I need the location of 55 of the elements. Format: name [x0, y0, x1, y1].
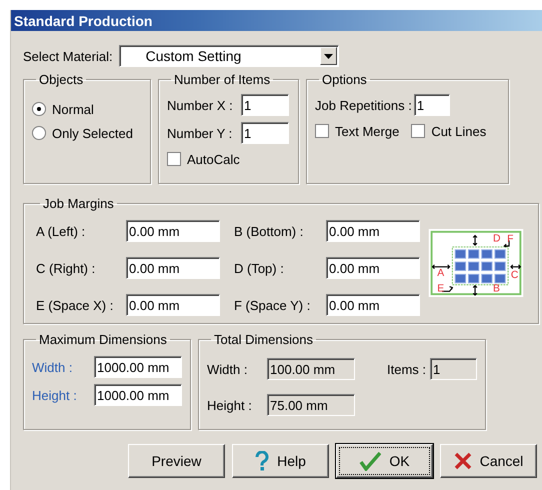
margin-layout-drawing: D F A C E B [428, 229, 524, 297]
input-field[interactable]: 0.00 mm [326, 294, 420, 316]
group-title: Job Margins [42, 196, 115, 211]
checkbox[interactable] [167, 152, 181, 166]
field-label: D (Top) : [234, 260, 285, 276]
field-label: E (Space X) : [36, 298, 114, 312]
checkbox-option[interactable]: Cut Lines [411, 119, 486, 143]
group-title: Total Dimensions [213, 332, 314, 347]
input-field[interactable]: 1 [414, 94, 450, 116]
group-title: Maximum Dimensions [38, 332, 168, 347]
ok-button[interactable]: OK [336, 444, 433, 478]
question-mark-icon [255, 451, 270, 471]
material-dropdown[interactable]: Custom Setting [118, 45, 339, 67]
readonly-field: 100.00 mm [267, 358, 355, 380]
input-field[interactable]: 0.00 mm [326, 220, 420, 242]
input-field[interactable]: 0.00 mm [126, 257, 220, 279]
radio-option[interactable]: Normal [32, 97, 142, 121]
radio-button[interactable] [32, 126, 46, 140]
input-field[interactable]: 1 [241, 122, 289, 144]
input-field[interactable]: 0.00 mm [126, 294, 220, 316]
checkmark-icon [359, 451, 382, 471]
preview-button[interactable]: Preview [128, 444, 225, 478]
input-field[interactable]: 1000.00 mm [94, 384, 182, 406]
autocalc-checkbox-option[interactable]: AutoCalc [167, 147, 290, 171]
group-title: Number of Items [173, 72, 272, 87]
field-label: Job Repetitions : [315, 98, 412, 112]
field-label: Width : [207, 362, 248, 376]
input-field[interactable]: 1000.00 mm [94, 356, 182, 378]
field-label: Height : [32, 388, 78, 402]
group-title: Options [321, 72, 368, 87]
field-label: B (Bottom) : [234, 224, 304, 238]
field-label: Number X : [167, 98, 234, 112]
checkbox[interactable] [411, 124, 426, 138]
checkbox-option[interactable]: Text Merge [315, 119, 400, 143]
radio-option[interactable]: Only Selected [32, 121, 142, 145]
input-field[interactable]: 1 [241, 94, 289, 116]
readonly-field: 1 [430, 358, 477, 380]
field-label: Items : [387, 362, 426, 376]
cancel-button[interactable]: Cancel [440, 444, 537, 478]
field-label: F (Space Y) : [234, 298, 312, 312]
field-label: A (Left) : [36, 224, 86, 238]
field-label: Width : [32, 360, 74, 374]
window-title: Standard Production [14, 12, 152, 28]
help-button[interactable]: Help [232, 444, 329, 478]
field-label: Number Y : [167, 126, 234, 140]
checkbox[interactable] [315, 124, 329, 138]
radio-button[interactable] [32, 102, 46, 116]
readonly-field: 75.00 mm [267, 394, 355, 416]
field-label: Select Material: [23, 48, 113, 64]
close-icon [454, 452, 472, 470]
field-label: Height : [207, 398, 253, 412]
field-label: C (Right) : [36, 260, 96, 276]
input-field[interactable]: 0.00 mm [126, 220, 220, 242]
group-title: Objects [38, 72, 84, 87]
input-field[interactable]: 0.00 mm [326, 257, 420, 279]
